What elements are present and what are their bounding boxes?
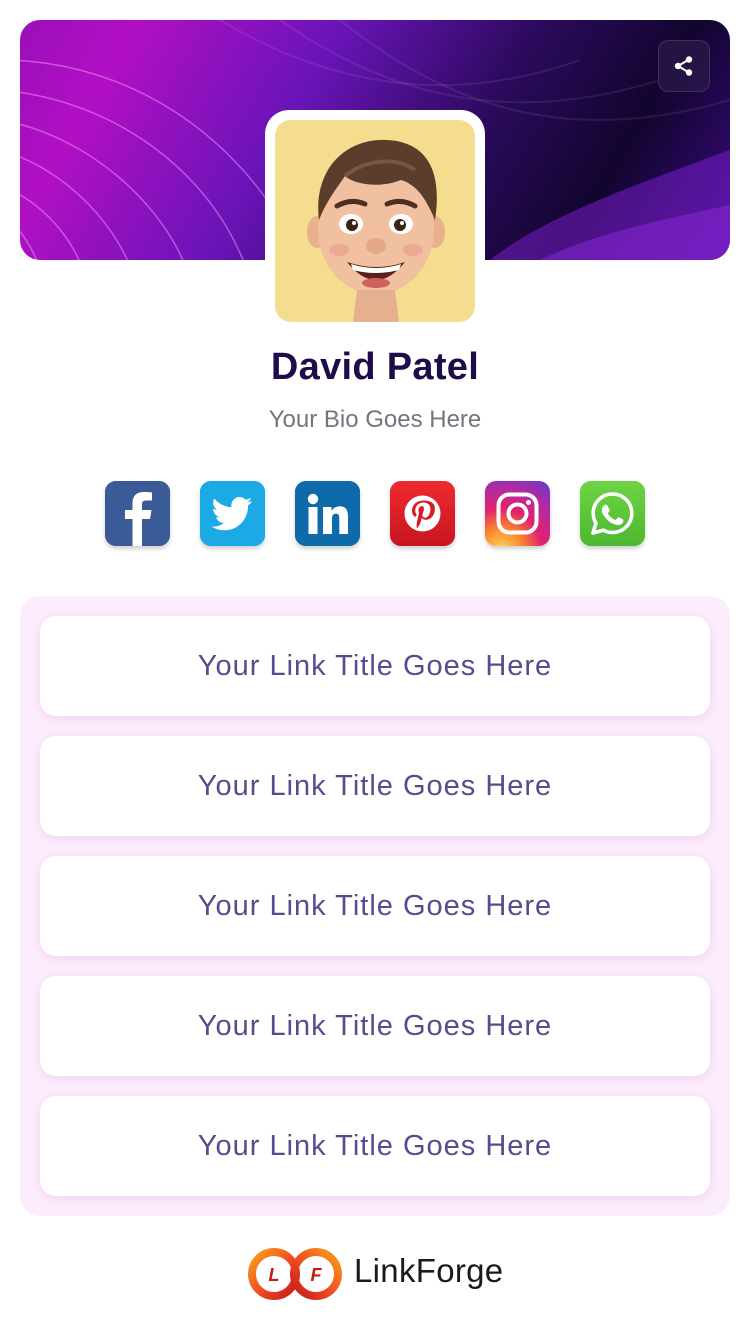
- link-button-4[interactable]: Your Link Title Goes Here: [40, 976, 710, 1076]
- whatsapp-icon[interactable]: [580, 481, 645, 546]
- brand-name: LinkForge: [354, 1252, 504, 1289]
- facebook-icon[interactable]: [105, 481, 170, 546]
- twitter-icon[interactable]: [200, 481, 265, 546]
- logo-letter-f: F: [311, 1265, 323, 1285]
- instagram-icon[interactable]: [485, 481, 550, 546]
- link-button-5[interactable]: Your Link Title Goes Here: [40, 1096, 710, 1196]
- brand-footer[interactable]: L F LinkForge: [246, 1246, 506, 1302]
- logo-letter-l: L: [269, 1265, 280, 1285]
- linkedin-icon[interactable]: [295, 481, 360, 546]
- profile-bio: Your Bio Goes Here: [268, 406, 482, 433]
- share-icon: [674, 56, 693, 76]
- memoji-avatar-image: [307, 139, 445, 322]
- link-button-1[interactable]: Your Link Title Goes Here: [40, 616, 710, 716]
- pinterest-icon[interactable]: [390, 481, 455, 546]
- share-button[interactable]: [658, 40, 710, 92]
- social-icons-row: [105, 481, 645, 546]
- linkforge-logo-icon: L F: [248, 1248, 342, 1300]
- link-button-2[interactable]: Your Link Title Goes Here: [40, 736, 710, 836]
- link-button-3[interactable]: Your Link Title Goes Here: [40, 856, 710, 956]
- avatar: [275, 120, 475, 322]
- profile-name: David Patel: [270, 346, 480, 388]
- avatar-frame: [265, 110, 485, 332]
- links-panel: Your Link Title Goes Here Your Link Titl…: [20, 596, 730, 1216]
